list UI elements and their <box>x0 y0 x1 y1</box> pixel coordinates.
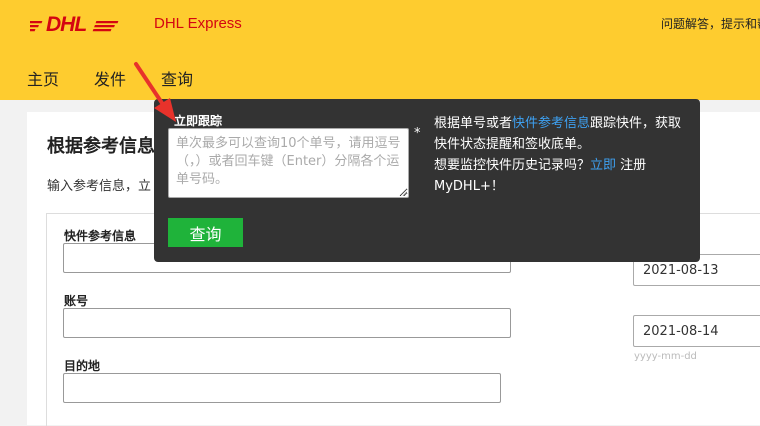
date-to-input[interactable]: 2021-08-14 <box>633 315 760 347</box>
dhl-logo[interactable]: DHL <box>30 11 122 35</box>
track-info-text: 根据单号或者快件参考信息跟踪快件，获取快件状态提醒和签收底单。 想要监控快件历史… <box>434 113 694 197</box>
account-label: 账号 <box>64 294 89 308</box>
reference-label: 快件参考信息 <box>64 229 137 243</box>
brand-name: DHL Express <box>154 15 242 32</box>
register-now-link[interactable]: 立即 <box>590 158 616 173</box>
track-submit-button[interactable]: 查询 <box>168 218 243 247</box>
required-asterisk: * <box>414 126 421 141</box>
account-input[interactable] <box>63 308 511 338</box>
resize-grip-icon[interactable] <box>399 188 407 196</box>
top-bar: DHL DHL Express 问题解答，提示和帮 <box>0 0 760 48</box>
info-text-3: 想要监控快件历史记录吗？ <box>434 158 591 173</box>
annotation-arrow-icon <box>134 62 176 122</box>
card-title: 根据参考信息 <box>47 136 155 157</box>
nav-item-ship[interactable]: 发件 <box>94 66 126 90</box>
card-subtitle: 输入参考信息，立 <box>47 179 152 194</box>
help-link[interactable]: 问题解答，提示和帮 <box>661 15 760 32</box>
main-nav: 主页 发件 查询 <box>0 48 760 100</box>
svg-text:DHL: DHL <box>46 13 86 35</box>
track-popover: 立即跟踪 单次最多可以查询10个单号，请用逗号（，）或者回车键（Enter）分隔… <box>154 99 700 262</box>
tracking-number-textarea[interactable]: 单次最多可以查询10个单号，请用逗号（，）或者回车键（Enter）分隔各个运单号… <box>168 128 409 198</box>
reference-info-link[interactable]: 快件参考信息 <box>512 116 590 131</box>
date-format-hint: yyyy-mm-dd <box>634 351 697 362</box>
textarea-placeholder: 单次最多可以查询10个单号，请用逗号（，）或者回车键（Enter）分隔各个运单号… <box>176 136 401 187</box>
info-text-1: 根据单号或者 <box>434 116 513 131</box>
destination-label: 目的地 <box>64 359 101 373</box>
destination-input[interactable] <box>63 373 501 403</box>
nav-item-home[interactable]: 主页 <box>27 66 59 90</box>
